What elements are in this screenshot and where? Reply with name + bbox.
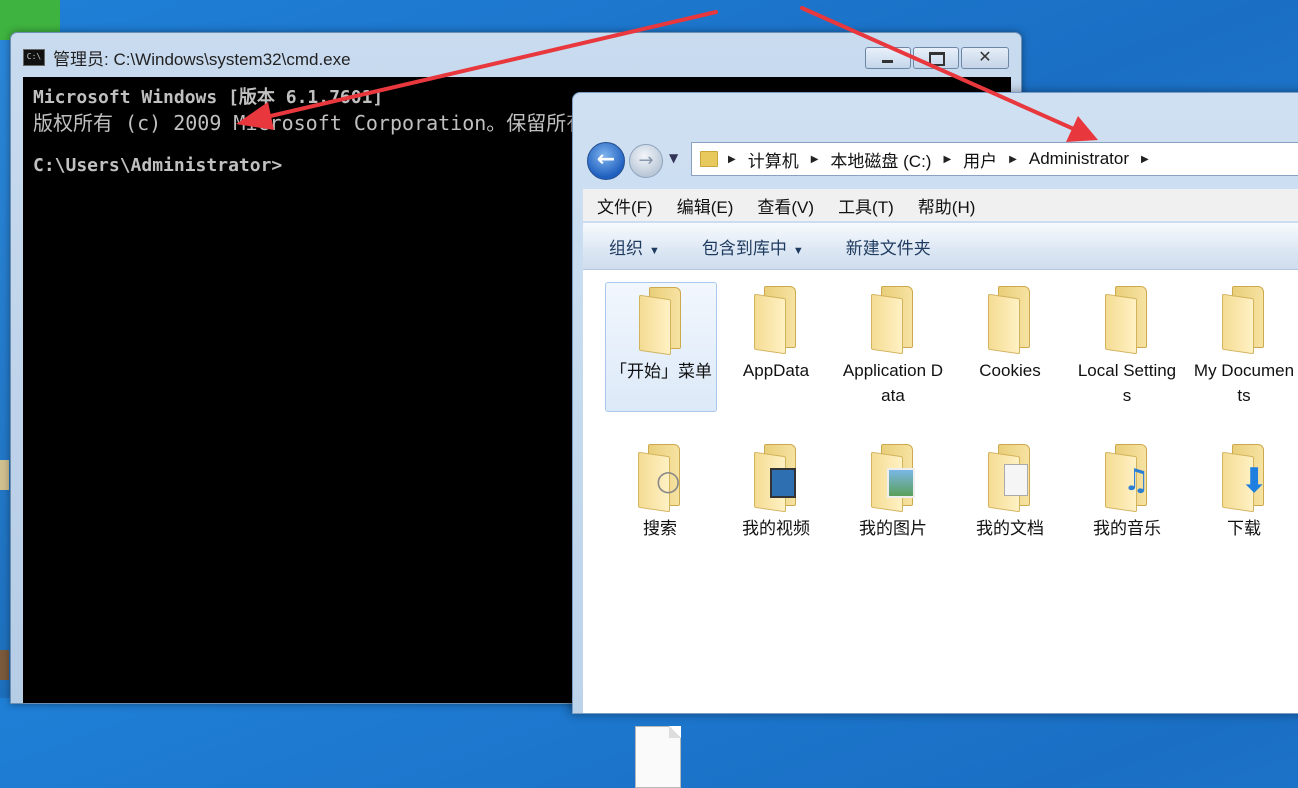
- folder-label: Cookies: [979, 361, 1041, 380]
- chevron-right-icon[interactable]: ▶: [811, 154, 819, 165]
- chevron-down-icon: ▼: [649, 244, 660, 257]
- folder-item-my-documents[interactable]: My Documents: [1189, 286, 1298, 408]
- breadcrumb-computer[interactable]: 计算机: [748, 147, 799, 172]
- documents-folder-icon: [984, 444, 1036, 513]
- organize-label: 组织: [609, 238, 643, 258]
- file-list[interactable]: 「开始」菜单 AppData Application Data Cookies …: [583, 270, 1298, 788]
- folder-label: 下载: [1227, 519, 1261, 538]
- folder-item-my-pictures[interactable]: 我的图片: [838, 444, 948, 541]
- pictures-folder-icon: [867, 444, 919, 513]
- downloads-folder-icon: ⬇: [1218, 444, 1270, 513]
- chevron-right-icon[interactable]: ▶: [1141, 154, 1149, 165]
- cmd-copyright-line: 版权所有 (c) 2009 Microsoft Corporation。保留所有…: [33, 111, 647, 135]
- folder-label: My Documents: [1193, 361, 1295, 405]
- folder-icon: [1218, 286, 1270, 355]
- folder-icon: [1101, 286, 1153, 355]
- desktop-icon-fragment[interactable]: [0, 460, 9, 490]
- back-arrow-icon: ←: [596, 147, 616, 172]
- menu-bar: 文件(F) 编辑(E) 查看(V) 工具(T) 帮助(H): [583, 189, 1298, 221]
- recent-pages-dropdown[interactable]: ▼: [669, 151, 678, 165]
- menu-file[interactable]: 文件(F): [597, 193, 653, 218]
- music-folder-icon: ♫: [1101, 444, 1153, 513]
- folder-item-start-menu[interactable]: 「开始」菜单: [605, 282, 717, 412]
- folder-item-my-videos[interactable]: 我的视频: [721, 444, 831, 541]
- folder-label: 我的音乐: [1093, 519, 1161, 538]
- desktop-icon-fragment[interactable]: [0, 650, 9, 680]
- breadcrumb-users[interactable]: 用户: [963, 147, 997, 172]
- include-in-library-button[interactable]: 包含到库中 ▼: [702, 234, 804, 259]
- folder-label: AppData: [742, 361, 810, 380]
- back-button[interactable]: ←: [587, 142, 625, 180]
- folder-icon: [635, 287, 687, 356]
- cmd-window-title: 管理员: C:\Windows\system32\cmd.exe: [53, 49, 351, 69]
- folder-label: Local Settings: [1077, 361, 1177, 405]
- folder-item-application-data[interactable]: Application Data: [838, 286, 948, 408]
- new-folder-button[interactable]: 新建文件夹: [846, 234, 931, 259]
- cmd-window-controls: ✕: [863, 47, 1009, 69]
- close-button[interactable]: ✕: [961, 47, 1009, 69]
- search-folder-icon: ○: [634, 444, 686, 513]
- command-bar: 组织 ▼ 包含到库中 ▼ 新建文件夹: [583, 223, 1298, 270]
- menu-edit[interactable]: 编辑(E): [677, 193, 734, 218]
- folder-label: 我的图片: [859, 519, 927, 538]
- folder-icon: [867, 286, 919, 355]
- folder-item-downloads[interactable]: ⬇ 下载: [1189, 444, 1298, 541]
- organize-button[interactable]: 组织 ▼: [609, 234, 660, 259]
- chevron-right-icon[interactable]: ▶: [728, 154, 736, 165]
- desktop-left-edge: [0, 40, 10, 698]
- cmd-prompt-line: C:\Users\Administrator>: [33, 155, 283, 176]
- folder-item-cookies[interactable]: Cookies: [955, 286, 1065, 383]
- folder-item-searches[interactable]: ○ 搜索: [605, 444, 715, 541]
- menu-view[interactable]: 查看(V): [757, 193, 814, 218]
- folder-label: Application Data: [842, 361, 944, 405]
- breadcrumb-administrator[interactable]: Administrator: [1029, 149, 1129, 169]
- breadcrumb-local-disk[interactable]: 本地磁盘 (C:): [830, 147, 931, 172]
- folder-label: 我的视频: [742, 519, 810, 538]
- address-bar[interactable]: ▶ 计算机 ▶ 本地磁盘 (C:) ▶ 用户 ▶ Administrator ▶: [691, 142, 1298, 176]
- cmd-version-line: Microsoft Windows [版本 6.1.7601]: [33, 87, 384, 108]
- folder-item-my-documents-cn[interactable]: 我的文档: [955, 444, 1065, 541]
- folder-item-my-music[interactable]: ♫ 我的音乐: [1072, 444, 1182, 541]
- videos-folder-icon: [750, 444, 802, 513]
- cmd-titlebar[interactable]: C:\ 管理员: C:\Windows\system32\cmd.exe: [23, 45, 351, 69]
- file-icon[interactable]: [635, 726, 681, 788]
- folder-icon: [984, 286, 1036, 355]
- forward-button[interactable]: →: [629, 144, 663, 178]
- menu-help[interactable]: 帮助(H): [918, 193, 976, 218]
- forward-arrow-icon: →: [638, 150, 654, 171]
- chevron-right-icon[interactable]: ▶: [1009, 154, 1017, 165]
- cmd-app-icon: C:\: [23, 48, 45, 66]
- folder-item-local-settings[interactable]: Local Settings: [1072, 286, 1182, 408]
- folder-label: 「开始」菜单: [610, 362, 712, 381]
- folder-icon: [700, 151, 718, 167]
- folder-icon: [750, 286, 802, 355]
- explorer-window[interactable]: ← → ▼ ▶ 计算机 ▶ 本地磁盘 (C:) ▶ 用户 ▶ Administr…: [572, 92, 1298, 788]
- menu-tools[interactable]: 工具(T): [838, 193, 894, 218]
- chevron-right-icon[interactable]: ▶: [943, 154, 951, 165]
- close-icon: ✕: [978, 47, 992, 66]
- maximize-button[interactable]: [913, 47, 959, 69]
- minimize-button[interactable]: [865, 47, 911, 69]
- folder-item-appdata[interactable]: AppData: [721, 286, 831, 383]
- include-library-label: 包含到库中: [701, 238, 787, 258]
- chevron-down-icon: ▼: [792, 244, 804, 257]
- folder-label: 我的文档: [976, 519, 1044, 538]
- folder-label: 搜索: [643, 519, 677, 538]
